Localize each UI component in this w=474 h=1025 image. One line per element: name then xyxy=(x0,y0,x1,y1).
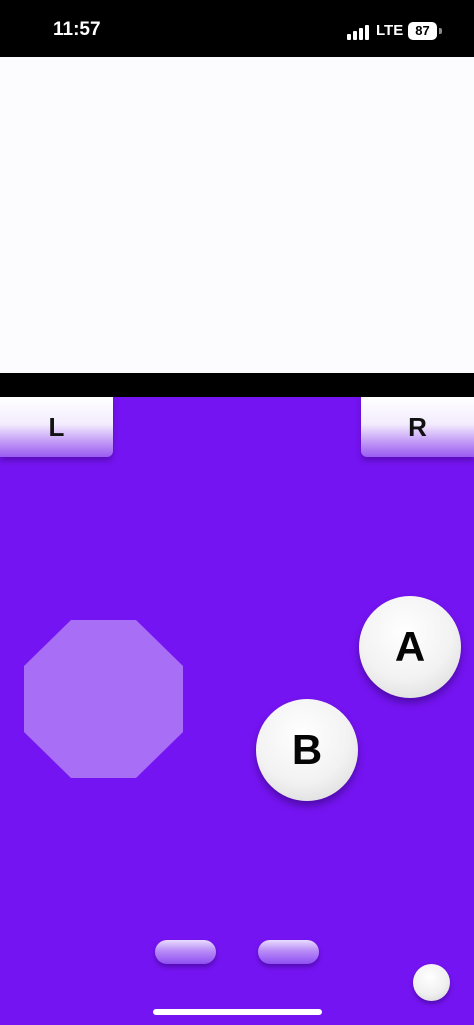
l-shoulder-button[interactable]: L xyxy=(0,397,113,457)
a-button-label: A xyxy=(394,623,426,670)
game-screen xyxy=(0,57,474,373)
select-button[interactable] xyxy=(155,940,216,964)
l-shoulder-label: L xyxy=(48,411,65,442)
menu-button[interactable] xyxy=(413,964,450,1001)
screen-bezel xyxy=(0,373,474,397)
octagon-dpad-icon xyxy=(24,620,183,778)
a-button[interactable]: A xyxy=(359,596,461,698)
battery-icon: 87 xyxy=(408,22,437,40)
signal-bars-icon xyxy=(347,24,371,40)
b-button-label: B xyxy=(291,726,323,773)
home-indicator[interactable] xyxy=(153,1009,322,1015)
b-button[interactable]: B xyxy=(256,699,358,801)
status-bar: 11:57 LTE 87 xyxy=(0,0,474,57)
status-time: 11:57 xyxy=(53,19,101,40)
start-button[interactable] xyxy=(258,940,319,964)
battery-tip xyxy=(439,28,442,34)
dpad[interactable] xyxy=(24,620,183,778)
r-shoulder-button[interactable]: R xyxy=(361,397,474,457)
r-shoulder-label: R xyxy=(408,411,427,442)
network-type-label: LTE xyxy=(376,22,404,39)
